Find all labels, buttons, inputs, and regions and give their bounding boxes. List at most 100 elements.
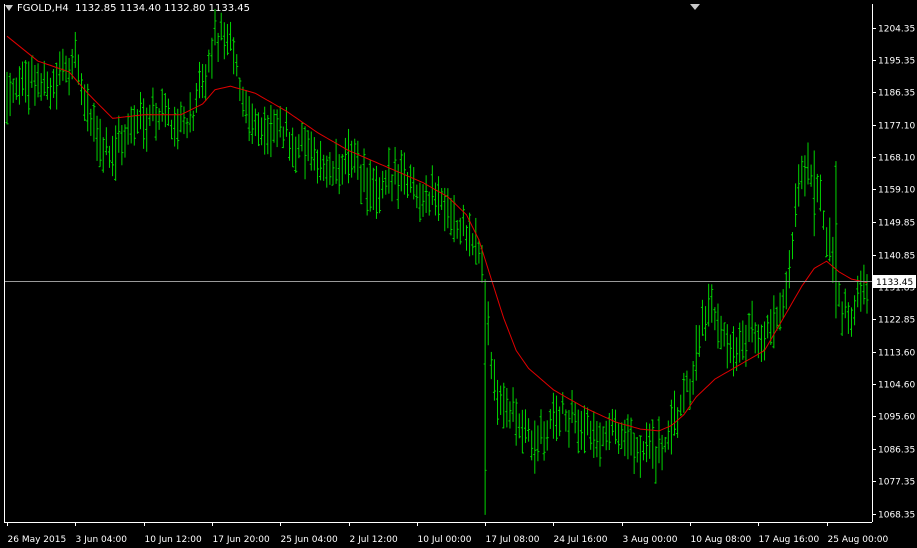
ohlc-bar: [598, 422, 602, 467]
ohlc-bar: [331, 161, 335, 186]
ohlc-bar: [635, 436, 639, 463]
ohlc-bar: [474, 217, 478, 265]
ohlc-bar: [582, 405, 586, 454]
ohlc-bar: [834, 161, 838, 319]
ohlc-bar: [359, 164, 363, 205]
ohlc-bar: [564, 409, 568, 432]
ohlc-bar: [328, 152, 332, 185]
ohlc-bar: [39, 73, 43, 101]
ohlc-bar: [337, 154, 341, 195]
ohlc-bar: [759, 324, 763, 362]
ohlc-bar: [98, 118, 102, 168]
ohlc-bar: [163, 92, 167, 128]
ohlc-bar: [592, 411, 596, 458]
ohlc-bar: [160, 88, 164, 122]
ohlc-bar: [626, 414, 630, 460]
ohlc-bar: [418, 182, 422, 222]
ohlc-bar: [14, 77, 18, 100]
ohlc-bar: [294, 136, 298, 174]
price-tick-label: 1177.10: [878, 122, 915, 132]
ohlc-bar: [272, 109, 276, 143]
ohlc-bar: [825, 227, 829, 258]
ohlc-bar: [269, 104, 273, 158]
ohlc-bar: [586, 407, 590, 436]
ohlc-bar: [92, 102, 96, 142]
ohlc-bar: [427, 191, 431, 216]
ohlc-bar: [710, 284, 714, 323]
ohlc-bar: [64, 55, 68, 83]
price-chart[interactable]: 1204.35 1195.35 1186.35 1177.10 1168.10 1159.…: [0, 0, 917, 548]
ohlc-bar: [849, 307, 853, 337]
price-tick-label: 1113.60: [878, 349, 915, 359]
ohlc-bar: [787, 250, 791, 289]
ohlc-bar: [831, 236, 835, 283]
ohlc-bar: [632, 432, 636, 475]
ohlc-bar: [728, 334, 732, 364]
ohlc-bar: [207, 49, 211, 73]
ohlc-bar: [862, 264, 866, 305]
ohlc-bar: [648, 423, 652, 459]
ohlc-bar: [660, 434, 664, 471]
ohlc-bar: [517, 413, 521, 439]
ohlc-bar: [673, 390, 677, 436]
ohlc-bar: [173, 106, 177, 147]
ohlc-bar: [197, 61, 201, 99]
ohlc-bar: [772, 295, 776, 349]
ohlc-bar: [244, 90, 248, 124]
ohlc-bar: [853, 295, 857, 326]
ohlc-bar: [27, 61, 31, 115]
price-tick-label: 1204.35: [878, 25, 915, 35]
time-tick-label: 17 Aug 16:00: [759, 535, 820, 545]
ohlc-bar: [350, 140, 354, 178]
ohlc-bar: [191, 110, 195, 132]
ohlc-bar: [837, 281, 841, 307]
ohlc-bar: [803, 155, 807, 197]
chart-shift-triangle-icon[interactable]: [690, 4, 700, 10]
ohlc-bar: [570, 390, 574, 424]
ohlc-bar: [107, 145, 111, 168]
ohlc-bar: [402, 152, 406, 195]
time-tick-label: 24 Jul 16:00: [554, 535, 608, 545]
ohlc-bar: [527, 418, 531, 442]
ohlc-bar: [753, 322, 757, 354]
ohlc-bar: [471, 233, 475, 256]
ohlc-bar: [135, 109, 139, 134]
ohlc-bar: [433, 182, 437, 216]
ohlc-bar: [523, 409, 527, 443]
ohlc-bar: [545, 420, 549, 451]
ohlc-bar: [387, 147, 391, 194]
price-tick-label: 1140.85: [878, 252, 915, 262]
ohlc-bar: [747, 312, 751, 342]
ohlc-bar: [713, 307, 717, 331]
ohlc-bar: [101, 137, 105, 173]
ohlc-bar: [104, 127, 108, 156]
price-axis: 1204.35 1195.35 1186.35 1177.10 1168.10 1159.…: [872, 25, 915, 521]
moving-average: [6, 35, 868, 432]
price-tick-label: 1068.35: [878, 511, 915, 521]
ohlc-bar: [530, 430, 534, 461]
ohlc-bar: [415, 184, 419, 209]
ohlc-bar: [483, 279, 487, 515]
ohlc-bar: [558, 406, 562, 437]
ohlc-bar: [486, 301, 490, 346]
ohlc-bar: [322, 154, 326, 181]
ohlc-bar: [170, 119, 174, 140]
ohlc-bar: [719, 315, 723, 350]
ohlc-bar: [24, 60, 28, 103]
ohlc-bar: [52, 69, 56, 98]
ohlc-bar: [551, 392, 555, 439]
ohlc-bar: [579, 410, 583, 450]
ohlc-bar: [430, 165, 434, 206]
price-tick-label: 1095.60: [878, 413, 915, 423]
ohlc-bar: [725, 324, 729, 369]
ohlc-bar: [347, 128, 351, 184]
ohlc-bar: [8, 72, 12, 117]
ohlc-bar: [499, 385, 503, 415]
price-tick-label: 1159.10: [878, 186, 915, 196]
ohlc-bar: [455, 219, 459, 239]
ohlc-bar: [399, 149, 403, 192]
ohlc-bar: [781, 289, 785, 319]
time-tick-label: 25 Jun 04:00: [281, 535, 338, 545]
ohlc-bar: [704, 306, 708, 341]
ohlc-bar: [645, 422, 649, 463]
